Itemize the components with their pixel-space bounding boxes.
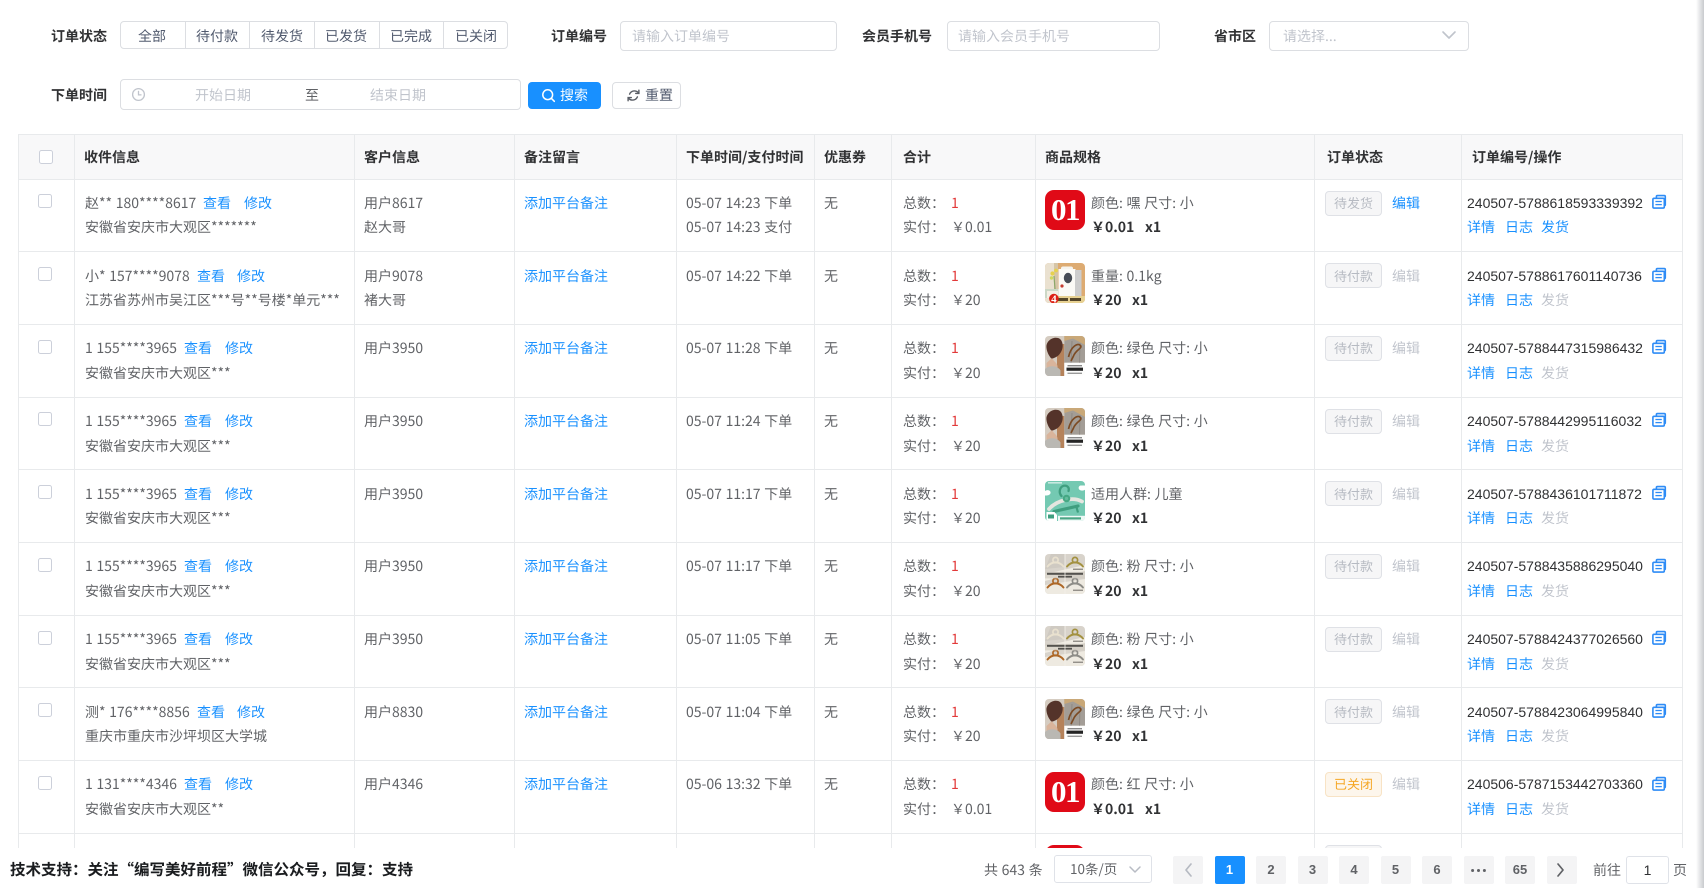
svg-text:4: 4 (1051, 293, 1057, 302)
